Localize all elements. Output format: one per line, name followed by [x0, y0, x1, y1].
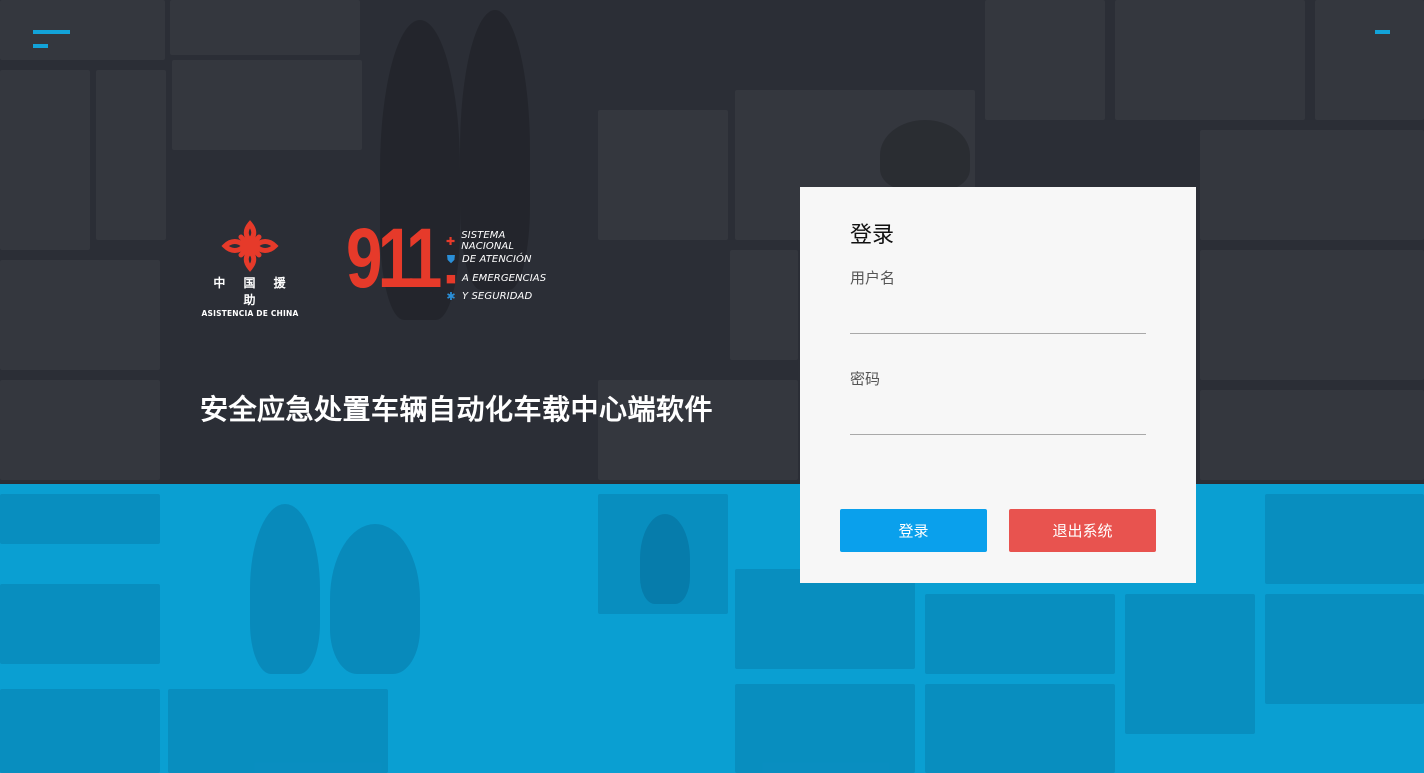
background-collage: [0, 0, 1424, 773]
login-card: 登录 用户名 密码 登录 退出系统: [800, 187, 1196, 583]
emergency-911-logo: 911 ✚ SISTEMA NACIONAL ⛊ DE ATENCIÓN ■ A…: [346, 216, 556, 303]
password-label: 密码: [850, 370, 881, 388]
medical-cross-icon: ✚: [446, 234, 456, 248]
china-aid-chinese-text: 中 国 援 助: [213, 276, 293, 307]
background-blue-band: [0, 484, 1424, 773]
ambulance-icon: ■: [445, 271, 457, 285]
app-title: 安全应急处置车辆自动化车载中心端软件: [200, 393, 714, 426]
china-aid-english-text: ASISTENCIA DE CHINA: [201, 309, 299, 318]
emergency-number: 911: [346, 211, 442, 305]
system-line-1: SISTEMA NACIONAL: [461, 230, 515, 253]
username-input[interactable]: [850, 305, 1146, 334]
login-title: 登录: [850, 223, 895, 248]
corner-accent-right: [1375, 30, 1390, 34]
system-line-3: A EMERGENCIAS: [462, 272, 547, 284]
system-line-2: DE ATENCIÓN: [462, 254, 532, 266]
chinese-knot-icon: [221, 220, 279, 272]
username-label: 用户名: [850, 269, 896, 287]
china-aid-logo: 中 国 援 助 ASISTENCIA DE CHINA: [200, 220, 300, 318]
system-name-lines: ✚ SISTEMA NACIONAL ⛊ DE ATENCIÓN ■ A EME…: [444, 230, 556, 306]
login-button[interactable]: 登录: [840, 509, 987, 552]
police-shield-icon: ⛊: [446, 252, 456, 266]
system-line-4: Y SEGURIDAD: [462, 291, 533, 303]
exit-system-button[interactable]: 退出系统: [1009, 509, 1156, 552]
password-input[interactable]: [850, 406, 1146, 435]
star-of-life-icon: ✱: [446, 290, 456, 304]
